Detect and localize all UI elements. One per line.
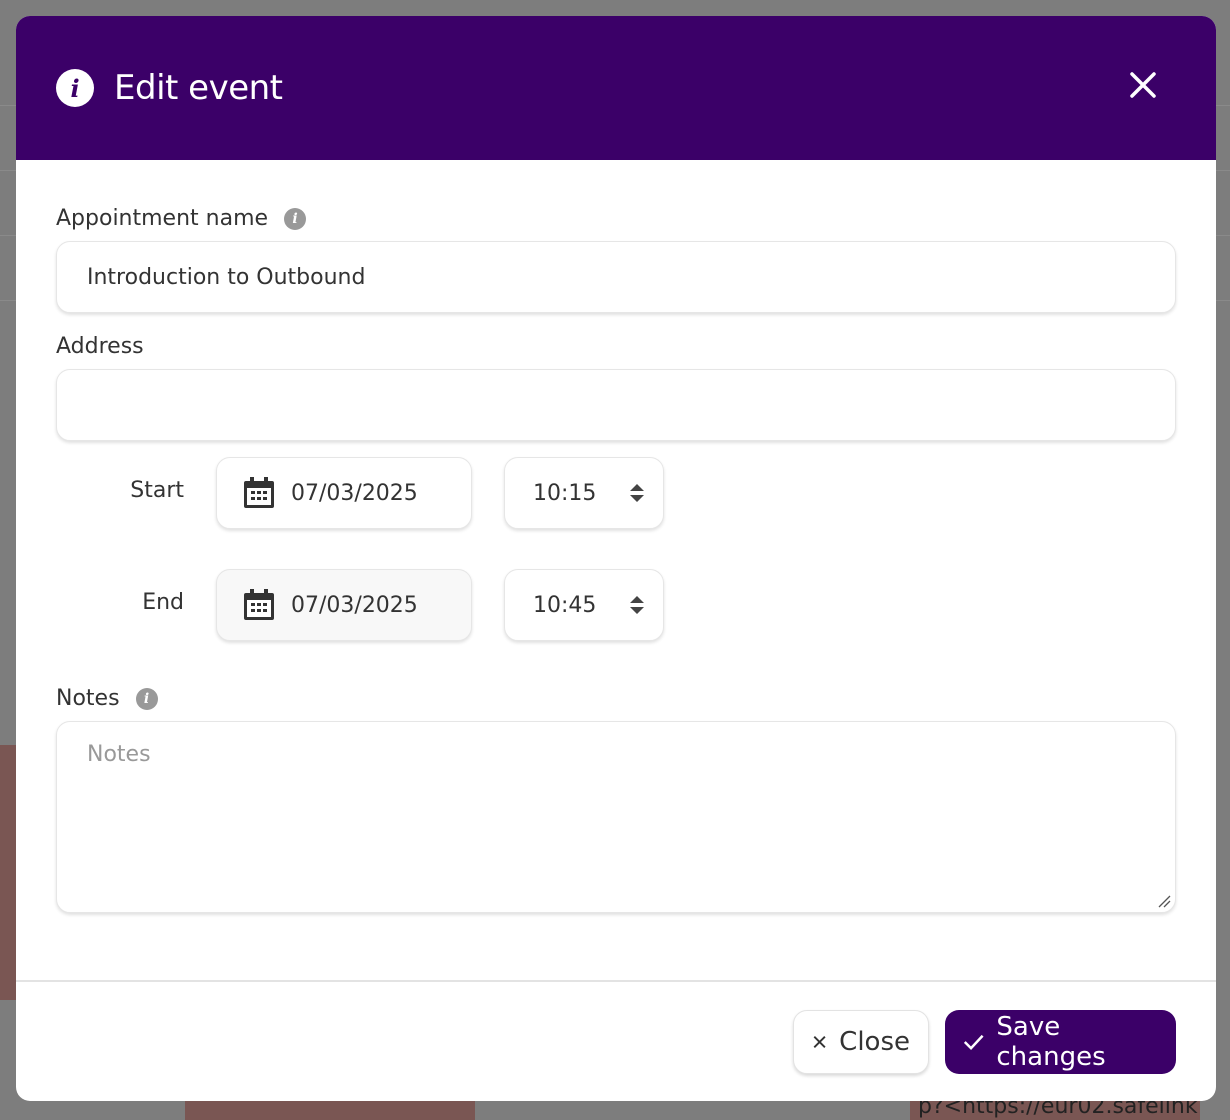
start-date-input[interactable]: 07/03/2025 xyxy=(216,457,472,529)
notes-label: Notes i xyxy=(56,686,158,711)
stepper-arrows-icon[interactable] xyxy=(629,594,645,616)
close-icon[interactable] xyxy=(1128,70,1158,100)
modal-footer: Close Save changes xyxy=(16,980,1216,1101)
end-time-input[interactable]: 10:45 xyxy=(504,569,664,641)
address-input[interactable] xyxy=(56,369,1176,441)
start-time-input[interactable]: 10:15 xyxy=(504,457,664,529)
end-date-input[interactable]: 07/03/2025 xyxy=(216,569,472,641)
appointment-name-label-text: Appointment name xyxy=(56,206,269,231)
end-date-value: 07/03/2025 xyxy=(291,592,418,618)
address-label: Address xyxy=(56,334,144,359)
info-icon[interactable]: i xyxy=(135,687,158,710)
close-button-label: Close xyxy=(839,1027,910,1057)
close-button[interactable]: Close xyxy=(793,1010,929,1074)
notes-textarea[interactable]: Notes xyxy=(56,721,1176,913)
calendar-icon xyxy=(244,589,274,620)
appointment-name-value: Introduction to Outbound xyxy=(87,264,366,290)
end-time-value: 10:45 xyxy=(533,592,597,618)
modal-header: i Edit event xyxy=(16,16,1216,160)
save-button-label: Save changes xyxy=(996,1012,1106,1072)
appointment-name-label: Appointment name i xyxy=(56,206,307,231)
calendar-icon xyxy=(244,477,274,508)
resize-handle-icon[interactable] xyxy=(1157,894,1171,908)
end-label: End xyxy=(142,590,184,615)
appointment-name-input[interactable]: Introduction to Outbound xyxy=(56,241,1176,313)
info-icon[interactable]: i xyxy=(284,207,307,230)
start-date-value: 07/03/2025 xyxy=(291,480,418,506)
modal-title: Edit event xyxy=(114,68,283,108)
background-event-block xyxy=(185,1100,475,1120)
close-icon xyxy=(813,1036,826,1048)
stepper-arrows-icon[interactable] xyxy=(629,482,645,504)
notes-label-text: Notes xyxy=(56,686,120,711)
start-time-value: 10:15 xyxy=(533,480,597,506)
edit-event-modal: i Edit event Appointment name i Introduc… xyxy=(16,16,1216,1101)
notes-placeholder: Notes xyxy=(87,742,151,767)
info-circle-icon: i xyxy=(56,69,94,107)
check-icon xyxy=(963,1034,984,1051)
save-changes-button[interactable]: Save changes xyxy=(945,1010,1176,1074)
start-label: Start xyxy=(130,478,184,503)
